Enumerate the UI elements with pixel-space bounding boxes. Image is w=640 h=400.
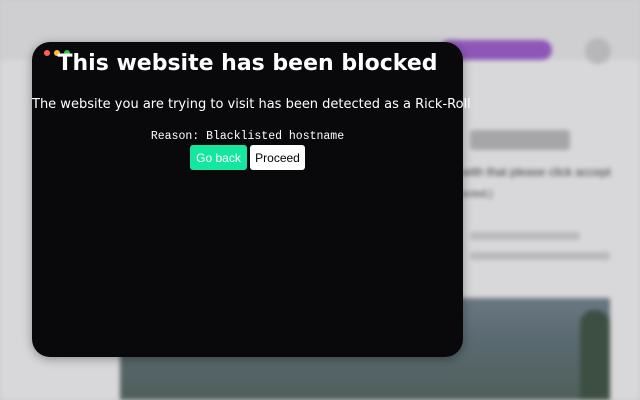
background-text-line: ected.) — [462, 189, 493, 200]
background-image-tree — [580, 310, 610, 400]
block-reason: Reason: Blacklisted hostname — [150, 130, 345, 143]
proceed-button[interactable]: Proceed — [250, 145, 305, 170]
dialog-actions: Go back Proceed — [190, 145, 305, 170]
background-text-line — [470, 232, 580, 240]
dialog-title: This website has been blocked — [57, 51, 438, 76]
background-text-line: with that please click accept — [462, 165, 611, 179]
blocked-site-dialog: This website has been blocked The websit… — [32, 42, 471, 357]
background-text-line — [470, 252, 610, 260]
background-avatar — [585, 38, 611, 64]
go-back-button[interactable]: Go back — [190, 145, 247, 170]
background-heading — [470, 130, 570, 150]
dialog-message: The website you are trying to visit has … — [32, 97, 471, 112]
